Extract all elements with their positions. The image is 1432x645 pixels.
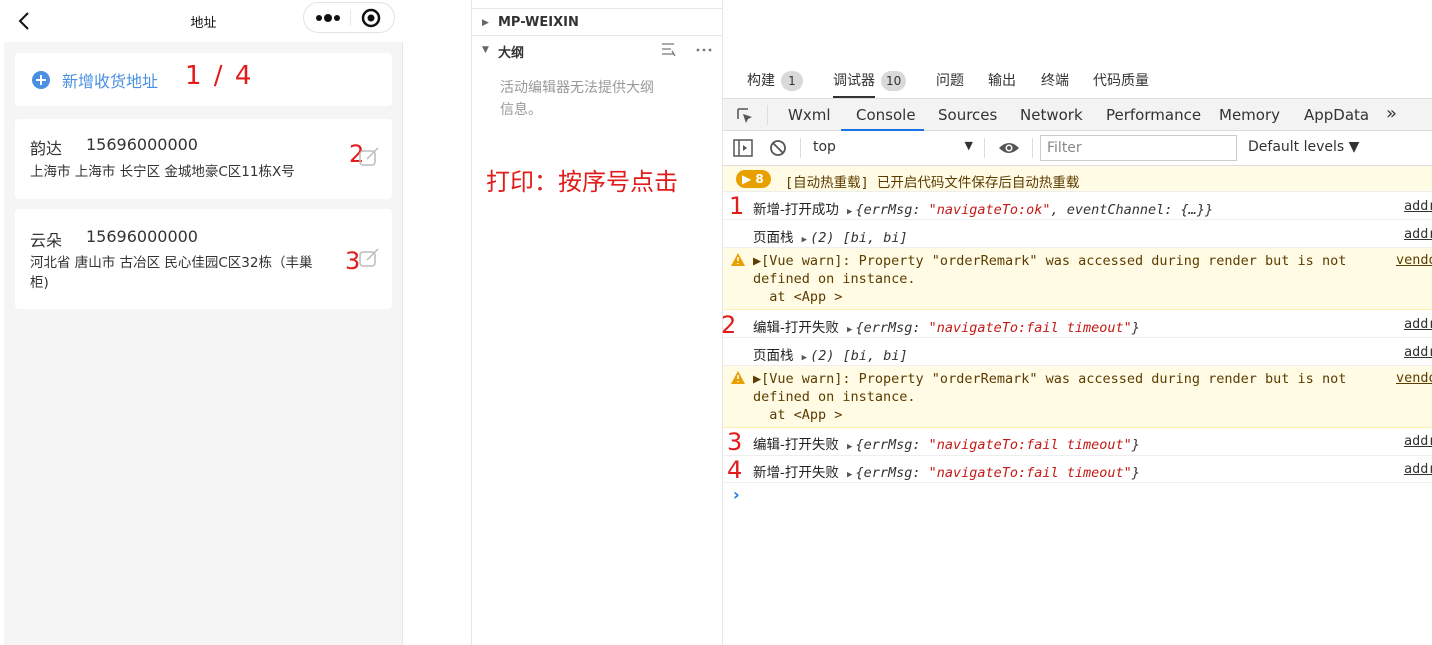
log-message: [自动热重载] 已开启代码文件保存后自动热重载 bbox=[785, 175, 1080, 191]
warning-icon bbox=[731, 253, 745, 266]
log-message[interactable]: 页面栈 ▶ (2) [bi, bi] bbox=[753, 226, 908, 246]
tab-performance[interactable]: Performance bbox=[1106, 106, 1201, 124]
add-address-label: 新增收货地址 bbox=[62, 72, 159, 91]
chevron-down-icon: ▼ bbox=[482, 45, 489, 55]
menu-capsule bbox=[303, 2, 395, 33]
filter-input[interactable] bbox=[1040, 135, 1237, 161]
panel-divider bbox=[471, 0, 472, 645]
console-toolbar: top▼ Default levels ▼ bbox=[723, 131, 1432, 166]
explorer-section-mp-weixin[interactable]: ▶ MP-WEIXIN bbox=[472, 10, 722, 36]
devtools-panel-tabs: Wxml Console Sources Network Performance… bbox=[723, 98, 1432, 131]
divider bbox=[767, 105, 768, 125]
console-info-row: ▶ 8 [自动热重载] 已开启代码文件保存后自动热重载 bbox=[723, 166, 1432, 192]
message-count-badge[interactable]: ▶ 8 bbox=[736, 170, 771, 188]
tab-debugger[interactable]: 调试器 10 bbox=[833, 70, 907, 91]
divider bbox=[1032, 138, 1033, 158]
log-levels-select[interactable]: Default levels ▼ bbox=[1248, 139, 1359, 155]
console-warning-row: ▶[Vue warn]: Property "orderRemark" was … bbox=[723, 248, 1432, 310]
eye-icon[interactable] bbox=[998, 140, 1020, 156]
source-link[interactable]: addr bbox=[1404, 226, 1432, 242]
address-text: 河北省 唐山市 古冶区 民心佳园C区32栋（丰巢 bbox=[30, 255, 313, 271]
source-link[interactable]: vendo bbox=[1396, 370, 1432, 386]
console-log-row: 页面栈 ▶(2) [bi, bi] addr bbox=[723, 220, 1432, 248]
tab-memory[interactable]: Memory bbox=[1219, 106, 1280, 124]
annotation-number: 3 bbox=[727, 428, 743, 456]
source-link[interactable]: addr bbox=[1404, 198, 1432, 214]
console-log-row: 页面栈 ▶(2) [bi, bi] addr bbox=[723, 338, 1432, 366]
edit-icon[interactable] bbox=[357, 146, 381, 168]
address-card[interactable]: 韵达 15696000000 上海市 上海市 长宁区 金城地豪C区11栋X号 2 bbox=[15, 119, 392, 199]
tab-wxml[interactable]: Wxml bbox=[788, 106, 831, 124]
divider bbox=[984, 138, 985, 158]
log-message[interactable]: ▶[Vue warn]: Property "orderRemark" was … bbox=[753, 252, 1346, 306]
log-message[interactable]: 编辑-打开失败 ▶ {errMsg: "navigateTo:fail timeo… bbox=[753, 316, 1140, 336]
debugger-top-tabs: 构建 1 调试器 10 问题 输出 终端 代码质量 bbox=[723, 62, 1432, 98]
source-link[interactable]: addr bbox=[1404, 316, 1432, 332]
annotation-number: 4 bbox=[727, 456, 743, 484]
source-link[interactable]: addr bbox=[1404, 344, 1432, 360]
divider bbox=[472, 35, 722, 36]
annotation-number: 1 bbox=[729, 192, 745, 220]
address-name: 云朵 bbox=[30, 231, 63, 250]
plus-circle-icon bbox=[32, 71, 50, 89]
source-link[interactable]: vendo bbox=[1396, 252, 1432, 268]
tab-appdata[interactable]: AppData bbox=[1304, 106, 1369, 124]
chevron-right-icon: ▶ bbox=[482, 18, 489, 28]
dropdown-arrow-icon: ▼ bbox=[964, 139, 973, 152]
log-message[interactable]: 新增-打开成功 ▶ {errMsg: "navigateTo:ok", event… bbox=[753, 198, 1213, 218]
more-tabs-button[interactable]: » bbox=[1386, 103, 1397, 124]
console-log-row: 1 新增-打开成功 ▶ {errMsg: "navigateTo:ok", eve… bbox=[723, 192, 1432, 220]
annotation-count: 1 / 4 bbox=[185, 61, 254, 91]
tab-code-quality[interactable]: 代码质量 bbox=[1093, 70, 1149, 90]
more-dots-icon[interactable] bbox=[312, 9, 344, 27]
phone-simulator: 地址 新增收货地址 1 / 4 韵达 15696000000 上海市 上海市 长… bbox=[4, 0, 403, 645]
outline-toolbar[interactable] bbox=[660, 41, 716, 59]
log-message[interactable]: 编辑-打开失败 ▶ {errMsg: "navigateTo:fail timeo… bbox=[753, 433, 1140, 453]
log-message[interactable]: 页面栈 ▶ (2) [bi, bi] bbox=[753, 344, 908, 364]
console-log-row: 3 编辑-打开失败 ▶ {errMsg: "navigateTo:fail tim… bbox=[723, 428, 1432, 456]
log-message[interactable]: 新增-打开失败 ▶ {errMsg: "navigateTo:fail timeo… bbox=[753, 461, 1140, 481]
source-link[interactable]: addr bbox=[1404, 433, 1432, 449]
annotation-note: 打印：按序号点击 bbox=[486, 168, 678, 196]
console-prompt[interactable]: › bbox=[733, 485, 740, 504]
clear-console-icon[interactable] bbox=[769, 139, 787, 157]
tab-terminal[interactable]: 终端 bbox=[1041, 70, 1069, 90]
console-warning-row: ▶[Vue warn]: Property "orderRemark" was … bbox=[723, 366, 1432, 428]
context-select[interactable]: top ▼ bbox=[813, 139, 973, 155]
console-log-row: 2 编辑-打开失败 ▶ {errMsg: "navigateTo:fail tim… bbox=[721, 310, 1432, 339]
tab-output[interactable]: 输出 bbox=[988, 70, 1016, 90]
address-name: 韵达 bbox=[30, 139, 63, 158]
log-message[interactable]: ▶[Vue warn]: Property "orderRemark" was … bbox=[753, 370, 1346, 424]
capsule-divider bbox=[350, 10, 351, 26]
collapse-all-icon bbox=[662, 43, 676, 57]
edit-icon[interactable] bbox=[357, 247, 381, 269]
tab-build[interactable]: 构建 1 bbox=[747, 70, 803, 91]
add-address-button[interactable]: 新增收货地址 1 / 4 bbox=[15, 53, 392, 106]
more-actions-icon bbox=[696, 48, 712, 52]
outline-empty-message: 活动编辑器无法提供大纲 信息。 bbox=[500, 80, 654, 118]
divider bbox=[472, 8, 722, 9]
address-phone: 15696000000 bbox=[86, 227, 198, 246]
phone-nav-bar: 地址 bbox=[4, 0, 403, 42]
address-card[interactable]: 云朵 15696000000 河北省 唐山市 古冶区 民心佳园C区32栋（丰巢 … bbox=[15, 209, 392, 309]
address-phone: 15696000000 bbox=[86, 135, 198, 154]
address-text: 柜) bbox=[30, 275, 49, 291]
source-link[interactable]: addr bbox=[1404, 461, 1432, 477]
sidebar-toggle-icon[interactable] bbox=[733, 139, 753, 157]
warning-icon bbox=[731, 371, 745, 384]
divider bbox=[800, 138, 801, 158]
tab-network[interactable]: Network bbox=[1020, 106, 1083, 124]
tab-console[interactable]: Console bbox=[856, 106, 916, 124]
close-mini-program-icon[interactable] bbox=[360, 8, 382, 28]
console-log-row: 4 新增-打开失败 ▶ {errMsg: "navigateTo:fail tim… bbox=[723, 456, 1432, 484]
tab-issues[interactable]: 问题 bbox=[936, 70, 964, 90]
address-text: 上海市 上海市 长宁区 金城地豪C区11栋X号 bbox=[30, 164, 295, 180]
annotation-number: 2 bbox=[721, 311, 737, 339]
tab-sources[interactable]: Sources bbox=[938, 106, 997, 124]
inspect-element-icon[interactable] bbox=[735, 106, 755, 126]
